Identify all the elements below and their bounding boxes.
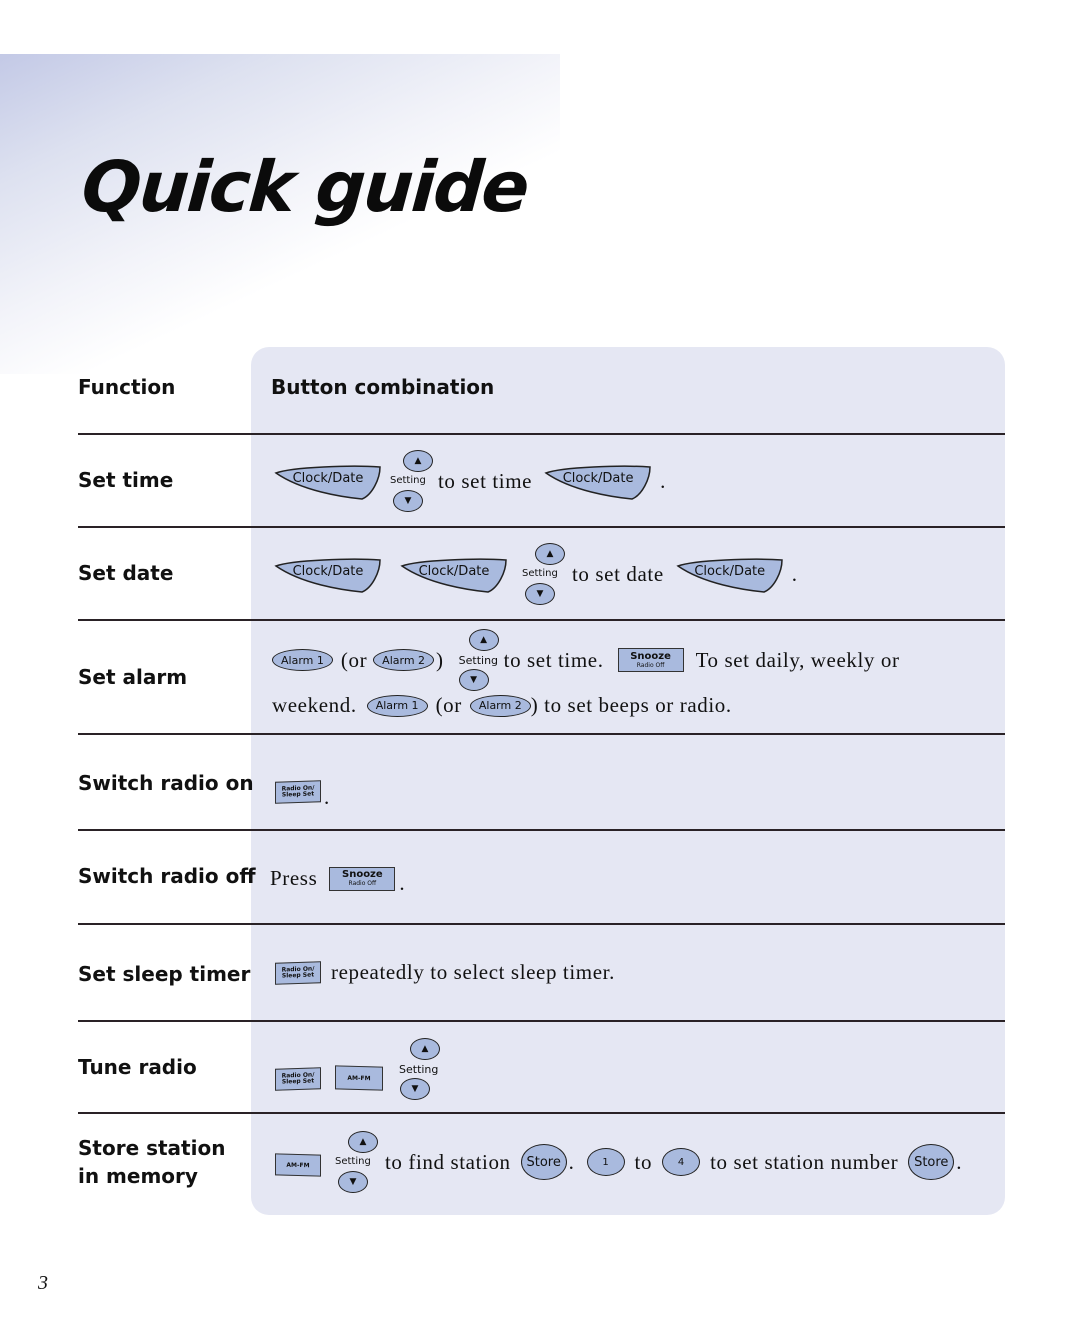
divider (78, 1112, 1005, 1114)
step-text: to set time. (503, 647, 604, 672)
step-text: to find station (385, 1149, 511, 1174)
page-number: 3 (38, 1272, 48, 1294)
divider (78, 733, 1005, 735)
step-text: To set daily, weekly or (695, 647, 900, 672)
step-text: ) to set beeps or radio. (530, 693, 732, 717)
alarm-1-button: Alarm 1 (366, 694, 428, 717)
step-text: repeatedly to select sleep timer. (331, 960, 615, 984)
down-arrow-icon: ▼ (525, 583, 555, 605)
page-title: Quick guide (79, 146, 531, 228)
function-set-alarm: Set alarm (78, 665, 188, 689)
setting-updown: ▲ Setting ▼ (335, 1131, 379, 1193)
combo-set-sleep-timer: Radio On/ Sleep Set repeatedly to select… (275, 960, 615, 985)
am-fm-button: AM-FM (275, 1153, 321, 1177)
clock-date-button: Clock/Date (398, 554, 510, 594)
store-button: Store (520, 1144, 567, 1180)
store-button: Store (908, 1144, 955, 1180)
divider (78, 829, 1005, 831)
function-switch-radio-on: Switch radio on (78, 771, 254, 795)
combo-set-time: Clock/Date ▲ Setting ▼ to set time Clock… (272, 450, 666, 512)
down-arrow-icon: ▼ (338, 1171, 368, 1193)
down-arrow-icon: ▼ (400, 1078, 430, 1100)
combo-switch-radio-off: Press Snooze Radio Off . (270, 866, 406, 895)
combination-header: Button combination (271, 375, 495, 399)
step-text: to set time (438, 468, 533, 493)
am-fm-button: AM-FM (335, 1065, 383, 1091)
divider (78, 619, 1005, 621)
radio-on-sleep-set-button: Radio On/ Sleep Set (275, 960, 321, 985)
clock-date-button: Clock/Date (674, 554, 786, 594)
setting-updown: ▲ Setting ▼ (522, 543, 566, 605)
preset-1-button: 1 (586, 1148, 625, 1176)
function-set-time: Set time (78, 468, 174, 492)
divider (78, 1020, 1005, 1022)
down-arrow-icon: ▼ (393, 490, 423, 512)
divider (78, 433, 1005, 435)
combo-set-alarm-line2: weekend. Alarm 1 (or Alarm 2 ) to set be… (272, 693, 732, 717)
combo-set-alarm-line1: Alarm 1 (or Alarm 2 ) ▲ Setting ▼ to set… (272, 629, 900, 691)
alarm-2-button: Alarm 2 (469, 694, 531, 717)
radio-on-sleep-set-button: Radio On/ Sleep Set (275, 779, 321, 804)
clock-date-button: Clock/Date (542, 461, 654, 501)
down-arrow-icon: ▼ (458, 669, 489, 691)
snooze-button: Snooze Radio Off (329, 866, 396, 891)
setting-updown: ▲ Setting ▼ (399, 1038, 445, 1100)
step-text: to set station number (710, 1149, 899, 1174)
function-store-station: Store station in memory (78, 1136, 226, 1188)
alarm-1-button: Alarm 1 (272, 649, 333, 671)
step-text: to set date (572, 561, 664, 586)
up-arrow-icon: ▲ (535, 543, 565, 565)
up-arrow-icon: ▲ (348, 1131, 378, 1153)
function-set-sleep-timer: Set sleep timer (78, 962, 251, 986)
up-arrow-icon: ▲ (403, 450, 433, 472)
up-arrow-icon: ▲ (468, 629, 499, 651)
combo-set-date: Clock/Date Clock/Date ▲ Setting ▼ to set… (272, 543, 798, 605)
function-header: Function (78, 375, 176, 399)
setting-updown: ▲ Setting ▼ (390, 450, 434, 512)
alarm-2-button: Alarm 2 (373, 649, 435, 671)
setting-updown: ▲ Setting ▼ (458, 629, 500, 691)
up-arrow-icon: ▲ (410, 1038, 440, 1060)
radio-on-sleep-set-button: Radio On/ Sleep Set (275, 1067, 321, 1091)
combo-tune-radio: Radio On/ Sleep Set AM-FM ▲ Setting ▼ (275, 1038, 445, 1100)
divider (78, 923, 1005, 925)
clock-date-button: Clock/Date (272, 461, 384, 501)
function-set-date: Set date (78, 561, 174, 585)
combo-switch-radio-on: Radio On/ Sleep Set . (275, 773, 330, 810)
snooze-button: Snooze Radio Off (617, 648, 684, 672)
combo-store-station: AM-FM ▲ Setting ▼ to find station Store … (275, 1131, 962, 1193)
function-switch-radio-off: Switch radio off (78, 864, 256, 888)
clock-date-button: Clock/Date (272, 554, 384, 594)
function-tune-radio: Tune radio (78, 1055, 197, 1079)
divider (78, 526, 1005, 528)
preset-4-button: 4 (662, 1148, 701, 1176)
